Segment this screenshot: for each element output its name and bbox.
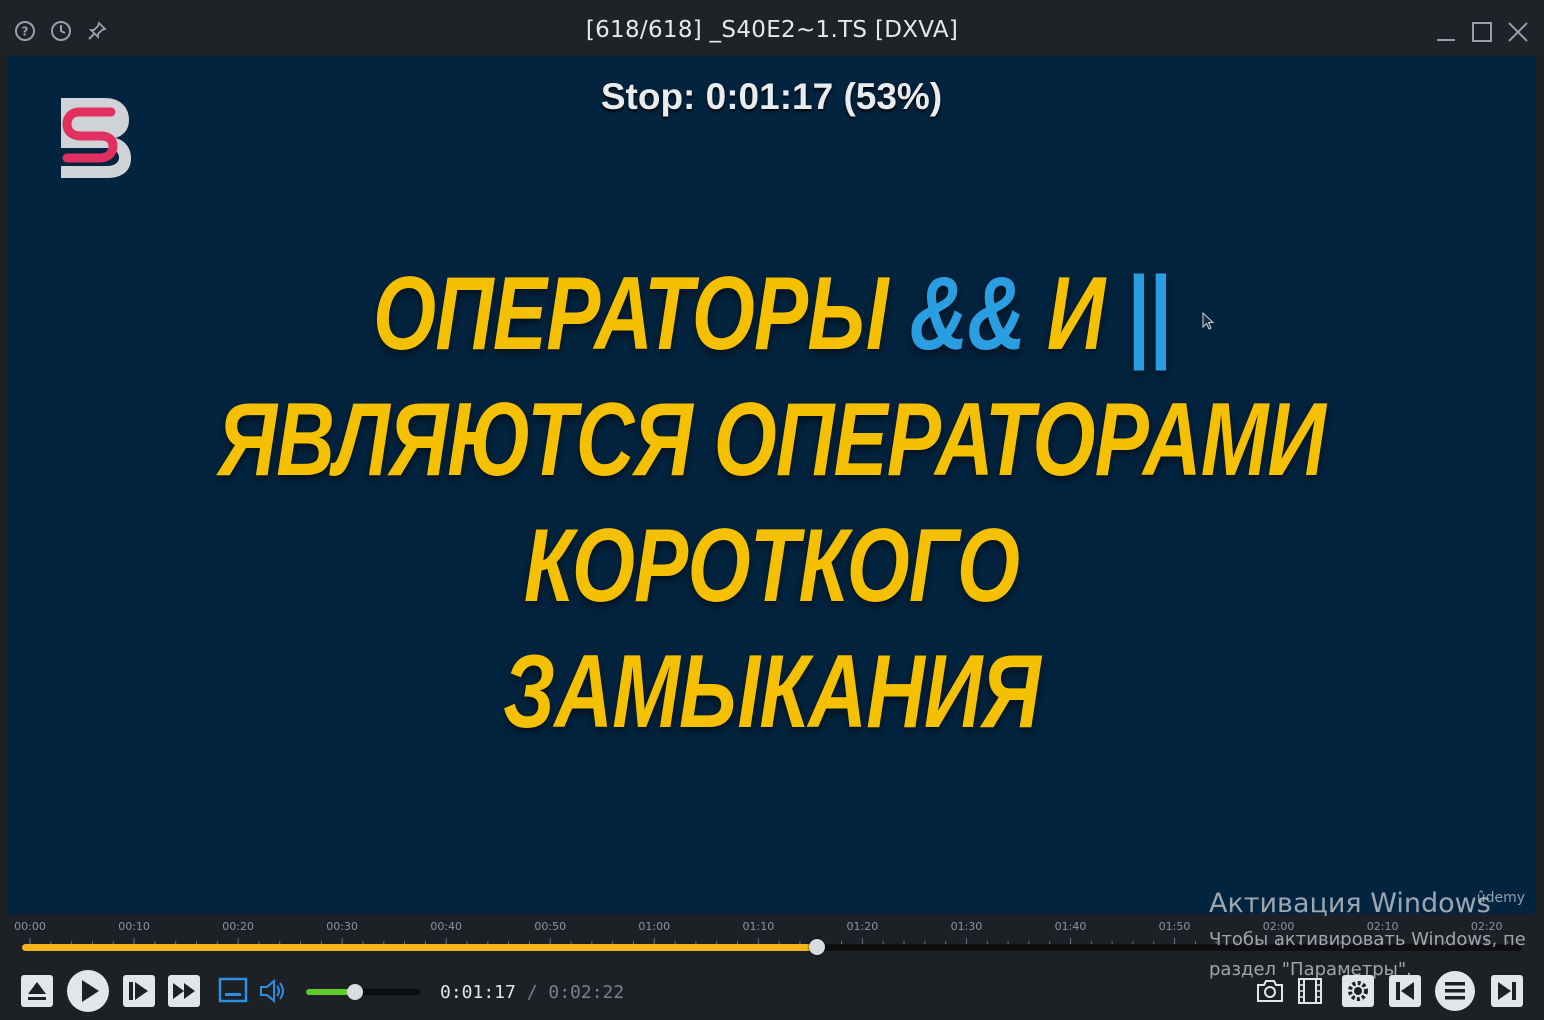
- tick-label-6: 01:00: [638, 920, 671, 933]
- close-icon[interactable]: [1504, 18, 1532, 46]
- mouse-cursor-icon: [1202, 312, 1215, 330]
- fast-forward-icon[interactable]: [167, 974, 201, 1008]
- tick-label-14: 02:20: [1470, 920, 1503, 933]
- current-time: 0:01:17: [440, 982, 516, 1003]
- minimize-icon[interactable]: [1432, 18, 1460, 46]
- video-frame[interactable]: Stop: 0:01:17 (53%) ОПЕРАТОРЫ && И || ЯВ…: [8, 56, 1535, 914]
- film-icon[interactable]: [1295, 976, 1325, 1006]
- previous-icon[interactable]: [1388, 974, 1422, 1008]
- next-icon[interactable]: [1490, 974, 1524, 1008]
- total-time: 0:02:22: [548, 982, 625, 1003]
- maximize-icon[interactable]: [1468, 18, 1496, 46]
- play-icon[interactable]: [66, 969, 110, 1013]
- tick-label-2: 00:20: [222, 920, 254, 933]
- headline-line-3: КОРОТКОГО: [523, 508, 1020, 624]
- udemy-watermark: ûdemy: [1476, 890, 1525, 906]
- seek-timeline[interactable]: 00:00 00:10 00:20 00:30 00:40 00:50 01:00 01:10…: [0, 914, 1544, 960]
- seek-progress: [22, 944, 817, 951]
- tick-label-3: 00:30: [326, 920, 358, 933]
- seek-bar[interactable]: [22, 939, 1522, 955]
- tick-label-0: 00:00: [14, 920, 46, 933]
- screenshot-icon[interactable]: [1255, 976, 1285, 1006]
- title-bar: ? [618/618] _S40E2~1.TS [DXVA]: [0, 0, 1544, 56]
- slide-headline: ОПЕРАТОРЫ && И || ЯВЛЯЮТСЯ ОПЕРАТОРАМИ К…: [8, 251, 1535, 755]
- tick-label-11: 01:50: [1158, 920, 1191, 933]
- settings-icon[interactable]: [1341, 974, 1375, 1008]
- time-display: 0:01:17 / 0:02:22: [440, 982, 624, 1003]
- frame-step-icon[interactable]: [122, 974, 156, 1008]
- headline-line-1: ОПЕРАТОРЫ && И ||: [372, 256, 1171, 372]
- control-bar: 0:01:17 / 0:02:22: [0, 960, 1544, 1020]
- tick-label-1: 00:10: [118, 920, 150, 933]
- tick-label-9: 01:30: [950, 920, 983, 933]
- playlist-icon[interactable]: [1434, 970, 1476, 1012]
- channel-logo-icon: [61, 98, 131, 178]
- tick-label-10: 01:40: [1054, 920, 1087, 933]
- headline-line-2: ЯВЛЯЮТСЯ ОПЕРАТОРАМИ: [217, 382, 1326, 498]
- volume-slider[interactable]: [306, 984, 420, 1000]
- tick-label-13: 02:10: [1366, 920, 1399, 933]
- headline-line-4: ЗАМЫКАНИЯ: [503, 634, 1041, 750]
- window-title: [618/618] _S40E2~1.TS [DXVA]: [585, 17, 959, 43]
- tick-label-5: 00:50: [534, 920, 567, 933]
- tick-label-8: 01:20: [846, 920, 879, 933]
- volume-handle[interactable]: [347, 984, 364, 1000]
- eject-icon[interactable]: [20, 974, 54, 1008]
- seek-handle[interactable]: [809, 939, 825, 955]
- subtitle-icon[interactable]: [218, 976, 248, 1006]
- osd-status: Stop: 0:01:17 (53%): [600, 76, 943, 117]
- time-separator: /: [515, 982, 549, 1003]
- tick-label-4: 00:40: [430, 920, 463, 933]
- tick-label-12: 02:00: [1262, 920, 1295, 933]
- volume-icon[interactable]: [258, 976, 288, 1006]
- tick-label-7: 01:10: [742, 920, 775, 933]
